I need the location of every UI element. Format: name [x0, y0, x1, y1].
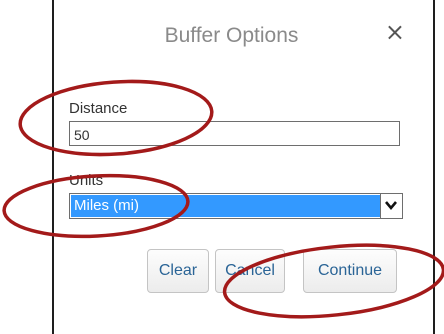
close-icon[interactable]: ×: [385, 20, 405, 44]
chevron-down-icon: [385, 201, 397, 211]
dialog-title: Buffer Options: [164, 24, 299, 47]
distance-label: Distance: [69, 100, 128, 117]
units-select[interactable]: Miles (mi): [69, 193, 403, 219]
units-label: Units: [69, 172, 104, 189]
screenshot: Buffer Options × Distance Units Miles (m…: [0, 0, 444, 334]
clear-button[interactable]: Clear: [147, 249, 209, 293]
cancel-button[interactable]: Cancel: [215, 249, 285, 293]
buffer-options-dialog: Buffer Options × Distance Units Miles (m…: [52, 0, 435, 334]
continue-button[interactable]: Continue: [303, 249, 397, 293]
distance-input[interactable]: [69, 121, 400, 146]
dropdown-arrow[interactable]: [380, 194, 402, 218]
units-selected-value: Miles (mi): [71, 195, 380, 217]
